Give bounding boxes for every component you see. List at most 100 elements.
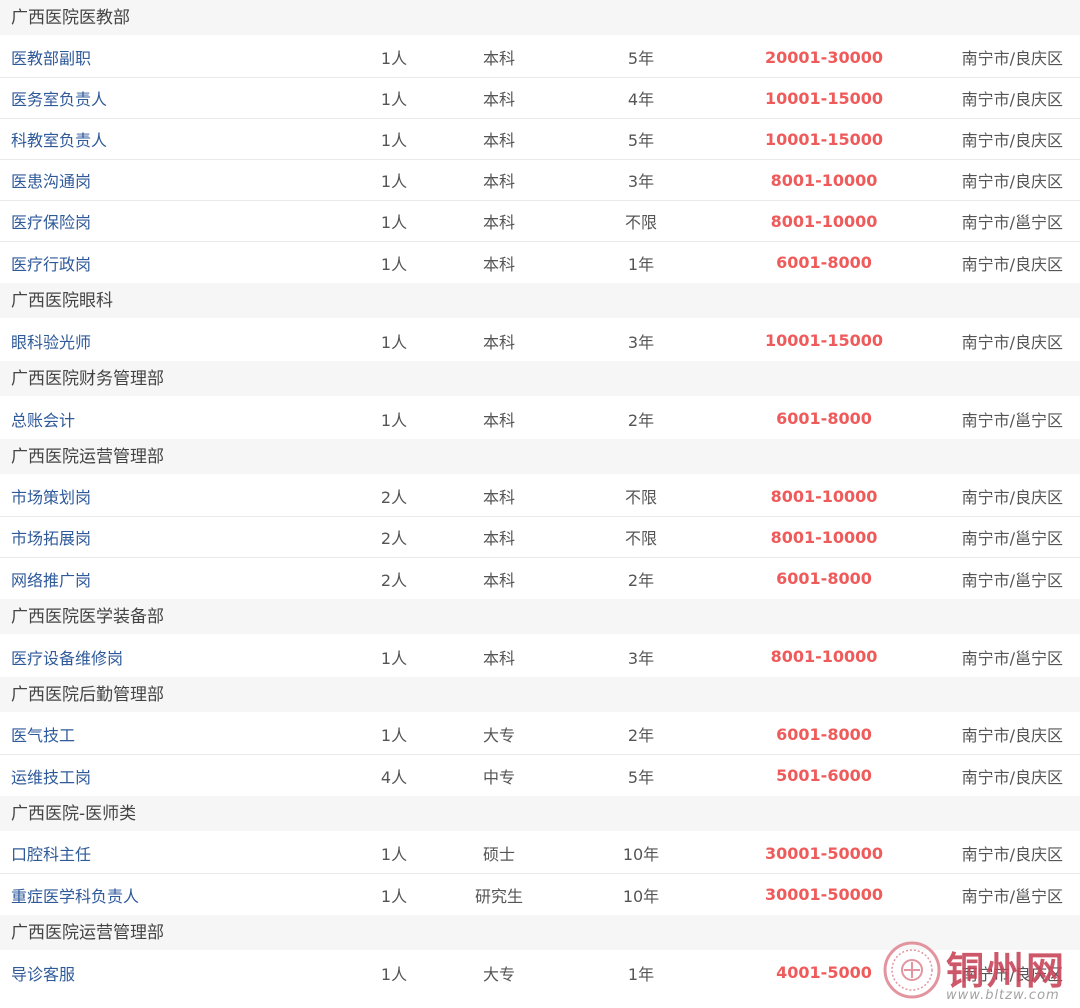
work-location: 南宁市/良庆区 [961, 131, 1063, 150]
work-location: 南宁市/良庆区 [961, 90, 1063, 109]
job-title-link[interactable]: 导诊客服 [11, 961, 75, 985]
job-title-link[interactable]: 医教部副职 [11, 45, 91, 69]
salary-range: 30001-50000 [765, 843, 883, 863]
education-requirement: 硕士 [482, 845, 516, 864]
headcount: 1人 [380, 726, 408, 745]
work-location: 南宁市/良庆区 [961, 726, 1063, 745]
job-row: 医患沟通岗 1人 本科 3年 8001-10000 南宁市/良庆区 [0, 160, 1080, 201]
work-location: 南宁市/良庆区 [961, 254, 1063, 274]
headcount: 1人 [380, 845, 408, 864]
job-row: 口腔科主任 1人 硕士 10年 30001-50000 南宁市/良庆区 [0, 833, 1080, 874]
headcount: 4人 [380, 767, 408, 787]
education-requirement: 大专 [482, 964, 516, 984]
job-title-link[interactable]: 医疗保险岗 [11, 209, 91, 233]
job-title-link[interactable]: 医疗行政岗 [11, 251, 91, 275]
work-location: 南宁市/良庆区 [961, 845, 1063, 864]
job-title-link[interactable]: 市场拓展岗 [11, 525, 91, 549]
salary-range: 6001-8000 [776, 569, 872, 588]
job-row: 运维技工岗 4人 中专 5年 5001-6000 南宁市/良庆区 [0, 755, 1080, 796]
education-requirement: 本科 [482, 131, 516, 150]
salary-range: 6001-8000 [776, 724, 872, 744]
salary-range: 10001-15000 [765, 88, 883, 108]
salary-range: 6001-8000 [776, 409, 872, 428]
work-location: 南宁市/良庆区 [961, 767, 1063, 787]
salary-range: 8001-10000 [770, 527, 878, 547]
job-row: 眼科验光师 1人 本科 3年 10001-15000 南宁市/良庆区 [0, 320, 1080, 361]
job-row: 总账会计 1人 本科 2年 6001-8000 南宁市/邕宁区 [0, 398, 1080, 439]
education-requirement: 本科 [482, 90, 516, 109]
salary-range: 8001-10000 [770, 170, 878, 190]
job-title-link[interactable]: 科教室负责人 [11, 127, 107, 151]
experience-requirement: 3年 [627, 332, 655, 352]
education-requirement: 本科 [482, 488, 516, 507]
salary-range: 6001-8000 [776, 253, 872, 272]
department-header: 广西医院运营管理部 [0, 915, 1080, 952]
experience-requirement: 3年 [627, 648, 655, 668]
job-title-link[interactable]: 总账会计 [11, 407, 75, 431]
headcount: 1人 [380, 886, 408, 906]
work-location: 南宁市/邕宁区 [961, 886, 1063, 906]
experience-requirement: 1年 [627, 964, 655, 984]
job-title-link[interactable]: 医患沟通岗 [11, 168, 91, 192]
job-title-link[interactable]: 口腔科主任 [11, 841, 91, 865]
department-header: 广西医院后勤管理部 [0, 677, 1080, 714]
experience-requirement: 不限 [624, 529, 658, 548]
salary-range: 5001-6000 [776, 766, 872, 785]
salary-range: 8001-10000 [770, 647, 878, 666]
headcount: 2人 [380, 488, 408, 507]
job-row: 市场策划岗 2人 本科 不限 8001-10000 南宁市/良庆区 [0, 476, 1080, 517]
headcount: 1人 [380, 172, 408, 191]
experience-requirement: 5年 [627, 767, 655, 787]
department-header: 广西医院运营管理部 [0, 439, 1080, 476]
experience-requirement: 1年 [627, 254, 655, 274]
education-requirement: 中专 [482, 767, 516, 787]
work-location: 南宁市/良庆区 [961, 332, 1063, 352]
department-header: 广西医院医学装备部 [0, 599, 1080, 636]
experience-requirement: 不限 [624, 488, 658, 507]
work-location: 南宁市/邕宁区 [961, 648, 1063, 668]
headcount: 1人 [380, 213, 408, 232]
experience-requirement: 10年 [622, 886, 660, 906]
department-header: 广西医院医教部 [0, 0, 1080, 37]
salary-range: 30001-50000 [765, 885, 883, 904]
experience-requirement: 2年 [627, 570, 655, 590]
job-title-link[interactable]: 重症医学科负责人 [11, 883, 139, 907]
job-row: 网络推广岗 2人 本科 2年 6001-8000 南宁市/邕宁区 [0, 558, 1080, 599]
headcount: 1人 [380, 648, 408, 668]
headcount: 1人 [380, 90, 408, 109]
education-requirement: 本科 [482, 410, 516, 430]
work-location: 南宁市/邕宁区 [961, 213, 1063, 232]
job-title-link[interactable]: 市场策划岗 [11, 484, 91, 508]
job-title-link[interactable]: 医务室负责人 [11, 86, 107, 110]
headcount: 1人 [380, 131, 408, 150]
headcount: 1人 [380, 964, 408, 984]
job-row: 医务室负责人 1人 本科 4年 10001-15000 南宁市/良庆区 [0, 78, 1080, 119]
work-location: 南宁市/良庆区 [961, 49, 1063, 68]
work-location: 南宁市/良庆区 [961, 172, 1063, 191]
experience-requirement: 5年 [627, 49, 655, 68]
headcount: 2人 [380, 529, 408, 548]
job-row: 导诊客服 1人 大专 1年 4001-5000 南宁市/良庆区 [0, 952, 1080, 993]
headcount: 1人 [380, 410, 408, 430]
job-title-link[interactable]: 运维技工岗 [11, 764, 91, 788]
work-location: 南宁市/邕宁区 [961, 570, 1063, 590]
headcount: 2人 [380, 570, 408, 590]
job-title-link[interactable]: 眼科验光师 [11, 329, 91, 353]
job-row: 医教部副职 1人 本科 5年 20001-30000 南宁市/良庆区 [0, 37, 1080, 78]
education-requirement: 研究生 [474, 886, 524, 906]
job-row: 医疗行政岗 1人 本科 1年 6001-8000 南宁市/良庆区 [0, 242, 1080, 283]
salary-range: 4001-5000 [776, 963, 872, 982]
job-title-link[interactable]: 网络推广岗 [11, 567, 91, 591]
headcount: 1人 [380, 332, 408, 352]
job-title-link[interactable]: 医气技工 [11, 722, 75, 746]
experience-requirement: 5年 [627, 131, 655, 150]
work-location: 南宁市/邕宁区 [961, 529, 1063, 548]
department-header: 广西医院-医师类 [0, 796, 1080, 833]
experience-requirement: 2年 [627, 726, 655, 745]
salary-range: 8001-10000 [770, 211, 878, 231]
job-title-link[interactable]: 医疗设备维修岗 [11, 645, 123, 669]
work-location: 南宁市/邕宁区 [961, 410, 1063, 430]
salary-range: 10001-15000 [765, 129, 883, 149]
experience-requirement: 2年 [627, 410, 655, 430]
job-row: 科教室负责人 1人 本科 5年 10001-15000 南宁市/良庆区 [0, 119, 1080, 160]
